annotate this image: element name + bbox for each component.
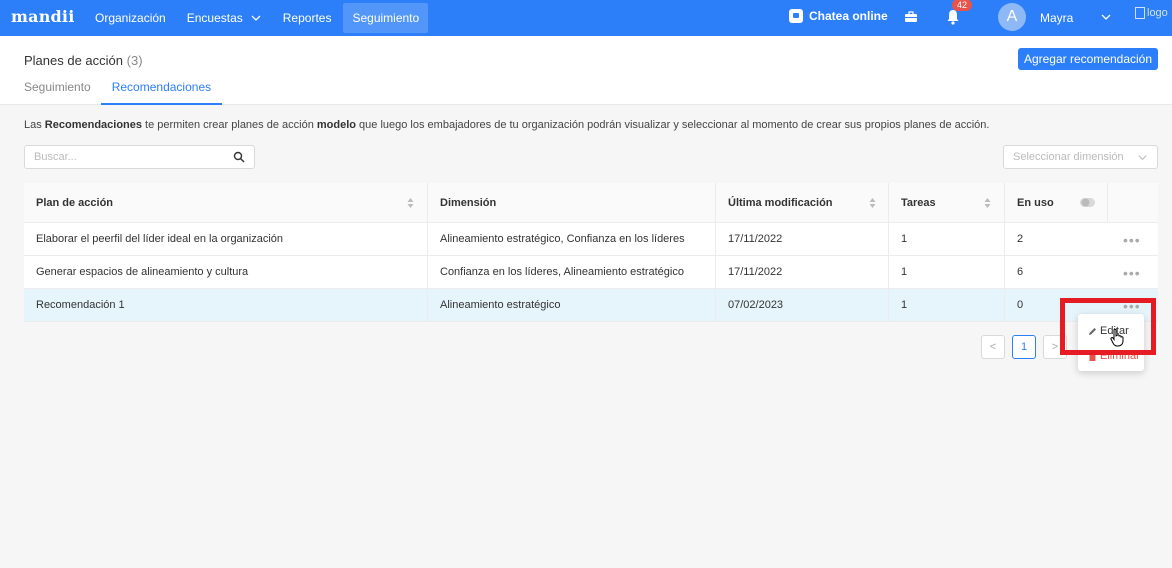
nav-label: Reportes	[282, 11, 332, 25]
tabs: Seguimiento Recomendaciones	[24, 80, 243, 105]
chat-label: Chatea online	[809, 9, 888, 23]
chevron-down-icon	[1138, 155, 1147, 161]
nav-label: Encuestas	[186, 11, 243, 25]
col-label: Dimensión	[440, 196, 497, 209]
table-row[interactable]: Generar espacios de alineamiento y cultu…	[24, 256, 1158, 289]
mandii-logo[interactable]: mandii	[11, 7, 74, 26]
tab-recomendaciones[interactable]: Recomendaciones	[100, 80, 223, 105]
cell-plan: Generar espacios de alineamiento y cultu…	[24, 256, 428, 288]
cell-in-use: 6	[1017, 266, 1024, 278]
briefcase-icon[interactable]	[904, 10, 918, 24]
chevron-down-icon	[251, 15, 261, 21]
col-label: Plan de acción	[36, 196, 114, 209]
col-label: Última modificación	[728, 196, 833, 209]
search-box	[24, 145, 255, 169]
cell-modified: 07/02/2023	[716, 289, 889, 321]
search-input[interactable]	[25, 146, 215, 168]
search-icon[interactable]	[233, 151, 245, 163]
top-navbar: mandii Organización Encuestas Reportes S…	[0, 0, 1172, 36]
chat-online-button[interactable]: Chatea online	[789, 9, 888, 23]
cell-dimension: Alineamiento estratégico, Confianza en l…	[428, 223, 716, 255]
cell-tasks: 1	[889, 289, 1005, 321]
nav-seguimiento[interactable]: Seguimiento	[343, 3, 429, 33]
col-modified-header[interactable]: Última modificación	[716, 183, 889, 222]
table-row[interactable]: Recomendación 1 Alineamiento estratégico…	[24, 289, 1158, 322]
pagination-prev[interactable]: <	[981, 335, 1005, 359]
bell-icon[interactable]	[946, 9, 960, 25]
sort-icon[interactable]	[984, 198, 991, 208]
add-recommendation-button[interactable]: Agregar recomendación	[1018, 48, 1158, 70]
desc-text: te permiten crear planes de acción	[142, 119, 317, 131]
table-row[interactable]: Elaborar el peerfil del líder ideal en l…	[24, 223, 1158, 256]
main-nav: Organización Encuestas Reportes Seguimie…	[86, 0, 431, 36]
highlight-annotation	[1060, 298, 1156, 355]
page-description: Las Recomendaciones te permiten crear pl…	[24, 119, 989, 131]
chat-icon	[789, 9, 803, 23]
nav-label: Seguimiento	[352, 11, 420, 25]
cell-dimension: Alineamiento estratégico	[428, 289, 716, 321]
sort-icon[interactable]	[869, 198, 876, 208]
notification-badge: 42	[952, 0, 973, 11]
cell-plan: Recomendación 1	[24, 289, 428, 321]
col-plan-header[interactable]: Plan de acción	[24, 183, 428, 222]
chevron-down-icon[interactable]	[1100, 11, 1112, 23]
page-title-count: (3)	[126, 53, 143, 68]
toggle-icon[interactable]	[1080, 197, 1096, 208]
tab-seguimiento[interactable]: Seguimiento	[24, 80, 91, 105]
logo-alt-text: logo	[1147, 7, 1168, 19]
user-name[interactable]: Mayra	[1040, 11, 1073, 25]
cell-modified: 17/11/2022	[716, 223, 889, 255]
page-title: Planes de acción (3)	[24, 53, 143, 68]
cell-tasks: 1	[889, 256, 1005, 288]
sort-icon[interactable]	[407, 198, 414, 208]
more-options-icon[interactable]: •••	[1123, 233, 1141, 247]
cell-modified: 17/11/2022	[716, 256, 889, 288]
hand-cursor-icon	[1110, 329, 1124, 347]
col-label: Tareas	[901, 196, 936, 209]
nav-encuestas[interactable]: Encuestas	[178, 3, 271, 33]
broken-image-icon	[1135, 7, 1145, 19]
avatar[interactable]: A	[998, 3, 1026, 31]
table-header-row: Plan de acción Dimensión Última modifica…	[24, 183, 1158, 223]
desc-text: Las	[24, 119, 45, 131]
nav-reportes[interactable]: Reportes	[274, 3, 341, 33]
page-header: Planes de acción (3) Agregar recomendaci…	[0, 36, 1172, 105]
cell-dimension: Confianza en los líderes, Alineamiento e…	[428, 256, 716, 288]
cell-plan: Elaborar el peerfil del líder ideal en l…	[24, 223, 428, 255]
desc-bold: Recomendaciones	[44, 119, 142, 131]
nav-label: Organización	[95, 11, 166, 25]
col-dimension-header: Dimensión	[428, 183, 716, 222]
dimension-select[interactable]: Seleccionar dimensión	[1003, 145, 1158, 169]
col-label: En uso	[1017, 196, 1054, 209]
recommendations-table: Plan de acción Dimensión Última modifica…	[24, 183, 1158, 322]
cell-tasks: 1	[889, 223, 1005, 255]
company-logo: logo	[1135, 7, 1168, 19]
page-title-text: Planes de acción	[24, 53, 124, 68]
nav-organizacion[interactable]: Organización	[86, 3, 175, 33]
more-options-icon[interactable]: •••	[1123, 266, 1141, 280]
desc-bold: modelo	[316, 119, 356, 131]
dimension-select-placeholder: Seleccionar dimensión	[1013, 151, 1124, 163]
cell-in-use: 2	[1017, 233, 1024, 245]
pagination-page[interactable]: 1	[1012, 335, 1036, 359]
desc-text: que luego los embajadores de tu organiza…	[356, 119, 990, 131]
